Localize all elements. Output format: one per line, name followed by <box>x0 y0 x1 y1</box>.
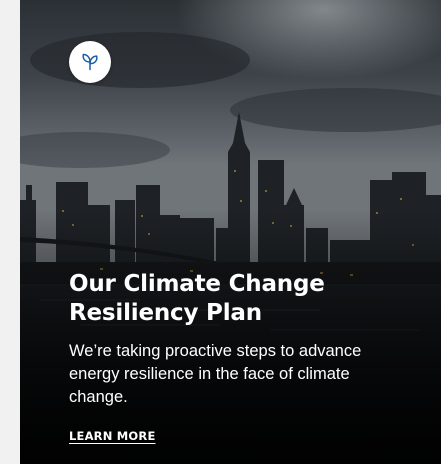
climate-resiliency-card: Our Climate Change Resiliency Plan We’re… <box>20 0 441 464</box>
card-description: We’re taking proactive steps to advance … <box>69 342 362 406</box>
card-title-line-2: Resiliency Plan <box>69 300 262 326</box>
leaf-icon <box>82 53 98 71</box>
learn-more-link[interactable]: LEARN MORE <box>69 429 156 443</box>
card-title-line-1: Our Climate Change <box>69 271 325 297</box>
page-background <box>0 0 20 464</box>
card-title: Our Climate Change Resiliency Plan <box>69 270 419 328</box>
leaf-icon-badge <box>69 41 111 83</box>
